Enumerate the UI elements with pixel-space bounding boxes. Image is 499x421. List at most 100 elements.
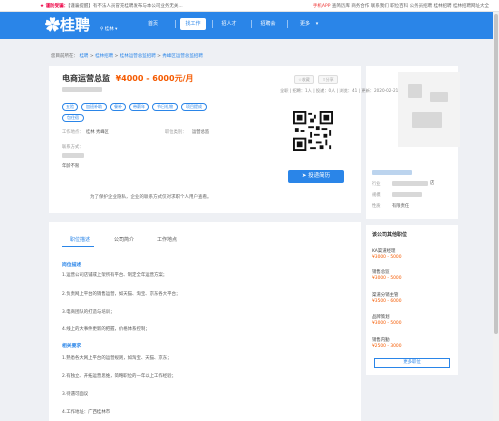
duties-heading: 岗位描述: [62, 263, 82, 268]
age-requirement: 年龄不限: [62, 164, 80, 169]
fraud-notice: ★ 谨防受骗：【谨骗提醒】有不法人员冒充桂聘发布与本公司业务无关...: [40, 3, 183, 9]
other-job-salary: ¥2500 - 3000: [372, 344, 402, 349]
size-label: 规模: [372, 193, 381, 198]
job-detail-card: [49, 222, 361, 421]
duty-item: 2.负责网上平台的销售运营，如天猫、淘宝、京东各大平台；: [62, 292, 181, 297]
chevron-down-icon: ▾: [115, 27, 118, 32]
requirement-item: 4.工作地址：广西桂林市: [62, 410, 111, 415]
blurred-company-name: [372, 170, 412, 175]
requirement-item: 1.熟悉各大网上平台的运营规则，如淘宝、天猫、京东；: [62, 356, 172, 361]
nature-label: 性质: [372, 204, 381, 209]
top-link[interactable]: 桂林招聘网址大全: [453, 4, 489, 9]
nav-find-talent[interactable]: 招人才: [216, 18, 242, 30]
other-job-title[interactable]: 销售内勤: [372, 337, 390, 343]
blurred-industry: [392, 181, 428, 186]
nav-job-fair[interactable]: 招聘会: [255, 18, 281, 30]
category-label: 职位类别：: [165, 130, 187, 135]
send-icon: ➤: [301, 173, 307, 179]
other-job-title[interactable]: 渠道分销主管: [372, 292, 398, 298]
welfare-tag: 节日礼物: [152, 103, 178, 111]
privacy-note: 为了保护企业隐私，企业的联系方式仅对求职个人用户查看。: [90, 195, 212, 200]
requirement-item: 2.有独立、开拓运营思维，简略职位的一年以上工作经验；: [62, 374, 176, 379]
welfare-tag: 餐补: [110, 103, 126, 111]
duty-item: 4.线上的大事件更新的把握，价格体系控制；: [62, 327, 150, 332]
nav-find-job[interactable]: 找工作: [180, 18, 206, 30]
requirement-item: 3.待遇可面议: [62, 392, 89, 397]
top-link[interactable]: 桂林招聘: [434, 4, 452, 9]
welfare-tag: 五险: [62, 103, 78, 111]
qr-code: [293, 108, 333, 154]
app-link[interactable]: 手机APP: [313, 4, 331, 9]
notice-label: ★ 谨防受骗：: [40, 4, 69, 9]
job-meta: 全职 | 招聘：1人 | 投递：0人 | 浏览：41 | 更新：2020-02-…: [280, 88, 412, 93]
company-logo: [398, 72, 460, 147]
breadcrumb-item[interactable]: 桂聘: [79, 54, 88, 59]
nav-home[interactable]: 首页: [140, 18, 166, 30]
duty-item: 1.运营公司店铺或上架所有平台、制定全年运营方案；: [62, 273, 168, 278]
breadcrumb-item[interactable]: 秀峰区运营总监招聘: [162, 54, 203, 59]
logo-text: 桂聘: [60, 16, 91, 34]
work-location-label: 工作地点：: [62, 130, 84, 135]
blurred-company-name: [62, 87, 102, 92]
contact-label: 联系方式：: [62, 145, 84, 150]
apply-button[interactable]: ➤ 投递简历: [288, 170, 344, 183]
top-link[interactable]: 联系我们: [371, 4, 389, 9]
top-link[interactable]: 查简历库: [332, 4, 350, 9]
other-jobs-heading: 该公司其他职位: [372, 232, 408, 238]
pin-icon: ⚲: [100, 27, 104, 32]
top-links: 手机APP 查简历库 商务合作 联系我们 职位百科 公务员招聘 桂林招聘 桂林招…: [313, 3, 489, 9]
share-label: 分享: [325, 77, 334, 82]
active-tab-indicator: [62, 246, 94, 247]
blurred-logo-block: [430, 92, 448, 102]
blurred-logo-block: [412, 112, 442, 128]
scrollbar-thumb[interactable]: [494, 14, 498, 334]
category-value: 运营总监: [192, 130, 210, 135]
top-link[interactable]: 商务合作: [351, 4, 369, 9]
blurred-contact: [62, 153, 84, 158]
collect-label: 收藏: [301, 77, 310, 82]
industry-suffix: 店: [430, 181, 435, 186]
tab-company-intro[interactable]: 公司简介: [114, 236, 134, 243]
top-link[interactable]: 职位百科: [390, 4, 408, 9]
nav-more[interactable]: 更多: [294, 18, 316, 30]
job-title: 电商运营总监: [62, 74, 110, 83]
collect-button[interactable]: ☆收藏: [294, 75, 314, 84]
breadcrumb: 您目前所在： 桂聘 > 桂林招聘 > 桂林运营总监招聘 > 秀峰区运营总监招聘: [51, 54, 203, 59]
other-job-salary: ¥3000 - 5000: [372, 276, 402, 281]
more-jobs-button[interactable]: 更多职位: [374, 358, 450, 368]
other-job-salary: ¥3000 - 5000: [372, 255, 402, 260]
industry-label: 行业: [372, 182, 381, 187]
breadcrumb-item[interactable]: 桂林招聘: [95, 54, 113, 59]
nav-divider: [251, 20, 252, 28]
site-logo[interactable]: ✿桂聘: [45, 14, 97, 34]
share-button[interactable]: ⇪分享: [318, 75, 338, 84]
welfare-tag: 加班补助: [81, 103, 107, 111]
other-job-title[interactable]: KA渠道经理: [372, 248, 395, 254]
top-link[interactable]: 公务员招聘: [410, 4, 433, 9]
duty-item: 3.电商团队的打造与培训；: [62, 310, 115, 315]
nav-divider: [175, 20, 176, 28]
tab-work-location[interactable]: 工作地点: [157, 236, 177, 243]
logo-icon: ✿: [45, 16, 61, 34]
other-job-salary: ¥3500 - 6000: [372, 299, 402, 304]
apply-label: 投递简历: [308, 173, 331, 179]
requirements-heading: 相关要求: [62, 344, 82, 349]
location-switch[interactable]: ⚲ 桂林 ▾: [100, 26, 117, 32]
other-job-title[interactable]: 品牌策划: [372, 314, 390, 320]
chevron-down-icon: ▾: [315, 21, 319, 27]
notice-text: 【谨骗提醒】有不法人员冒充桂聘发布与本公司业务无关...: [68, 4, 183, 9]
breadcrumb-item[interactable]: 桂林运营总监招聘: [120, 54, 156, 59]
tab-job-description[interactable]: 职位描述: [70, 236, 90, 243]
nav-divider: [287, 20, 288, 28]
welfare-tag: 带薪年: [129, 103, 149, 111]
qr-code-icon: [293, 111, 333, 151]
blurred-logo-block: [408, 84, 422, 98]
welfare-tag: 项目提成: [181, 103, 207, 111]
other-job-salary: ¥3000 - 5000: [372, 321, 402, 326]
job-salary: ¥4000 - 6000元/月: [115, 74, 194, 83]
welfare-tag: 包住宿: [62, 114, 84, 122]
blurred-size: [392, 192, 422, 197]
location-label: 桂林: [104, 27, 114, 32]
other-job-title[interactable]: 销售总监: [372, 269, 390, 275]
work-location-value: 桂林 秀峰区: [86, 130, 109, 135]
